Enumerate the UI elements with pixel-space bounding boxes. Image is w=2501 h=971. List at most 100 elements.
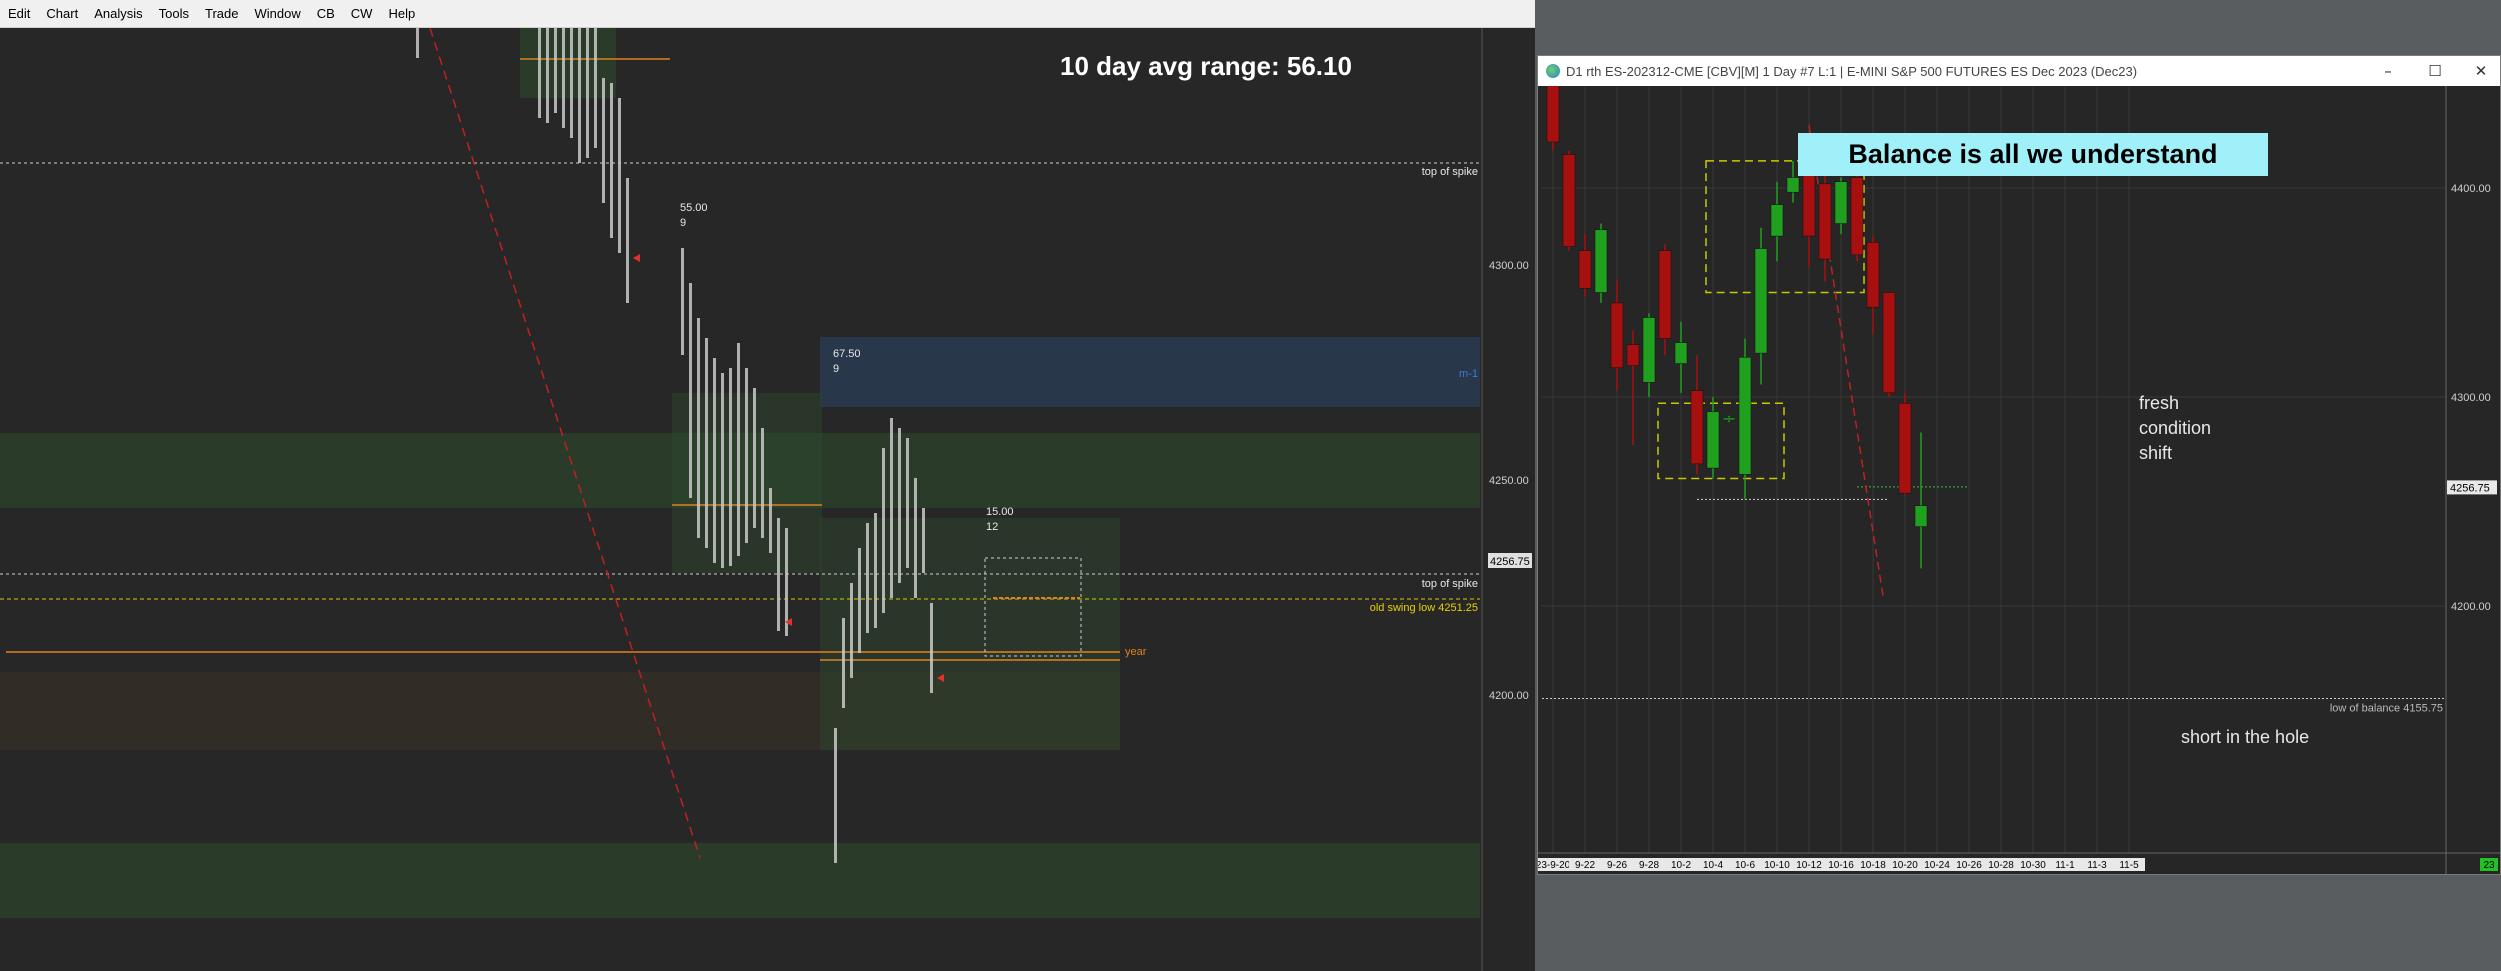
note-text-line: fresh <box>2139 393 2179 413</box>
tpo-column <box>745 368 748 543</box>
tpo-column <box>586 28 589 158</box>
tpo-chart-canvas[interactable]: 4300.00 4250.00 4200.00 4256.75 top of spike… <box>0 28 1535 971</box>
old-swing-low-label: old swing low 4251.25 <box>1370 602 1478 614</box>
profile-value-label: 15.00 <box>986 506 1014 518</box>
tpo-column <box>618 98 621 253</box>
candle-body <box>1738 357 1752 475</box>
tpo-column <box>713 358 716 563</box>
tpo-column <box>546 28 549 123</box>
x-tick-label: 9-28 <box>1639 860 1659 871</box>
tpo-column <box>785 528 788 636</box>
top-of-spike-label-2: top of spike <box>1422 578 1478 590</box>
menu-window[interactable]: Window <box>246 0 308 27</box>
candlestick-chart[interactable]: 4500.004400.004300.004200.0023-9-209-229… <box>1538 86 2500 874</box>
x-tick-label: 10-6 <box>1735 860 1755 871</box>
menu-chart[interactable]: Chart <box>38 0 86 27</box>
minimize-button[interactable]: – <box>2373 62 2403 80</box>
candle-body <box>1914 505 1928 527</box>
candle-body <box>1706 411 1720 469</box>
close-button[interactable]: ✕ <box>2466 62 2496 80</box>
tpo-column <box>761 428 764 538</box>
price-axis-label: 4300.00 <box>1489 260 1529 272</box>
note-text-line: condition <box>2139 418 2211 438</box>
tpo-column <box>874 513 877 628</box>
left-tpo-chart[interactable]: 4300.00 4250.00 4200.00 4256.75 top of spike… <box>0 28 1535 971</box>
candle-body <box>1882 292 1896 394</box>
x-tick-label: 11-1 <box>2055 860 2075 871</box>
candle-body <box>1898 403 1912 494</box>
tpo-column <box>602 78 605 203</box>
tpo-column <box>681 248 684 355</box>
tpo-column <box>705 338 708 548</box>
profile-value-label: 55.00 <box>680 202 708 214</box>
tpo-column <box>721 373 724 568</box>
y-axis-tick-label: 4400.00 <box>2451 183 2491 195</box>
candle-body <box>1786 177 1800 193</box>
menu-tools[interactable]: Tools <box>151 0 197 27</box>
x-tick-label: 9-22 <box>1575 860 1595 871</box>
price-axis <box>1480 28 1535 971</box>
x-tick-label: 10-18 <box>1860 860 1886 871</box>
tpo-column <box>697 318 700 538</box>
current-price-label: 4256.75 <box>1490 556 1530 568</box>
x-tick-label: 10-20 <box>1892 860 1918 871</box>
menu-trade[interactable]: Trade <box>197 0 246 27</box>
window-titlebar[interactable]: D1 rth ES-202312-CME [CBV][M] 1 Day #7 L… <box>1538 56 2500 86</box>
tpo-column <box>858 548 861 653</box>
shade-zone-2 <box>0 843 1480 918</box>
x-tick-label: 23-9-20 <box>1538 860 1571 871</box>
candle-body <box>1674 342 1688 364</box>
profile-count-label: 9 <box>833 363 839 375</box>
maximize-button[interactable]: ☐ <box>2420 62 2450 80</box>
note-text-line: shift <box>2139 443 2172 463</box>
menu-analysis[interactable]: Analysis <box>86 0 150 27</box>
tpo-column <box>922 508 925 573</box>
tpo-column <box>729 368 732 566</box>
x-tick-label: 10-30 <box>2020 860 2046 871</box>
candle-body <box>1610 302 1624 368</box>
menu-help[interactable]: Help <box>380 0 423 27</box>
m1-label: m-1 <box>1459 368 1478 380</box>
price-axis-label: 4250.00 <box>1489 475 1529 487</box>
y-axis-tick-label: 4200.00 <box>2451 601 2491 613</box>
x-tick-label: 10-4 <box>1703 860 1723 871</box>
tpo-column <box>882 448 885 613</box>
chart-headline: Balance is all we understand <box>1848 139 2217 169</box>
x-tick-label: 10-12 <box>1796 860 1822 871</box>
x-tick-label: 11-5 <box>2119 860 2139 871</box>
tpo-column <box>906 438 909 568</box>
globe-icon <box>1546 64 1560 78</box>
price-axis-label: 4200.00 <box>1489 690 1529 702</box>
tpo-column <box>914 478 917 598</box>
menu-cw[interactable]: CW <box>343 0 381 27</box>
y-axis-tick-label: 4300.00 <box>2451 392 2491 404</box>
shade-zone-top <box>520 28 616 98</box>
x-tick-label: 10-2 <box>1671 860 1691 871</box>
menu-edit[interactable]: Edit <box>0 0 38 27</box>
profile-count-label: 12 <box>986 521 998 533</box>
menu-cb[interactable]: CB <box>309 0 343 27</box>
x-tick-label: 10-24 <box>1924 860 1950 871</box>
low-of-balance-label: low of balance 4155.75 <box>2330 702 2443 714</box>
tpo-column <box>753 388 756 528</box>
daily-chart-window[interactable]: D1 rth ES-202312-CME [CBV][M] 1 Day #7 L… <box>1537 55 2501 875</box>
corner-badge: 23 <box>2483 860 2495 871</box>
candle-body <box>1578 250 1592 289</box>
shade-zone-m1 <box>820 337 1480 407</box>
menu-bar: Edit Chart Analysis Tools Trade Window CB CW Hel… <box>0 0 1535 28</box>
tpo-column <box>689 283 692 498</box>
note-short-in-hole: short in the hole <box>2181 727 2309 747</box>
tpo-column <box>594 28 597 148</box>
x-tick-label: 9-26 <box>1607 860 1627 871</box>
tpo-column <box>890 418 893 598</box>
candle-body <box>1546 86 1560 143</box>
year-label: year <box>1125 646 1147 658</box>
tpo-column <box>626 178 629 303</box>
x-tick-label: 11-3 <box>2087 860 2107 871</box>
candle-body <box>1770 204 1784 237</box>
x-tick-label: 10-10 <box>1764 860 1790 871</box>
tpo-column <box>538 28 541 118</box>
candle-body <box>1818 183 1832 260</box>
red-arrow-icon <box>633 254 640 262</box>
tpo-column <box>898 428 901 583</box>
